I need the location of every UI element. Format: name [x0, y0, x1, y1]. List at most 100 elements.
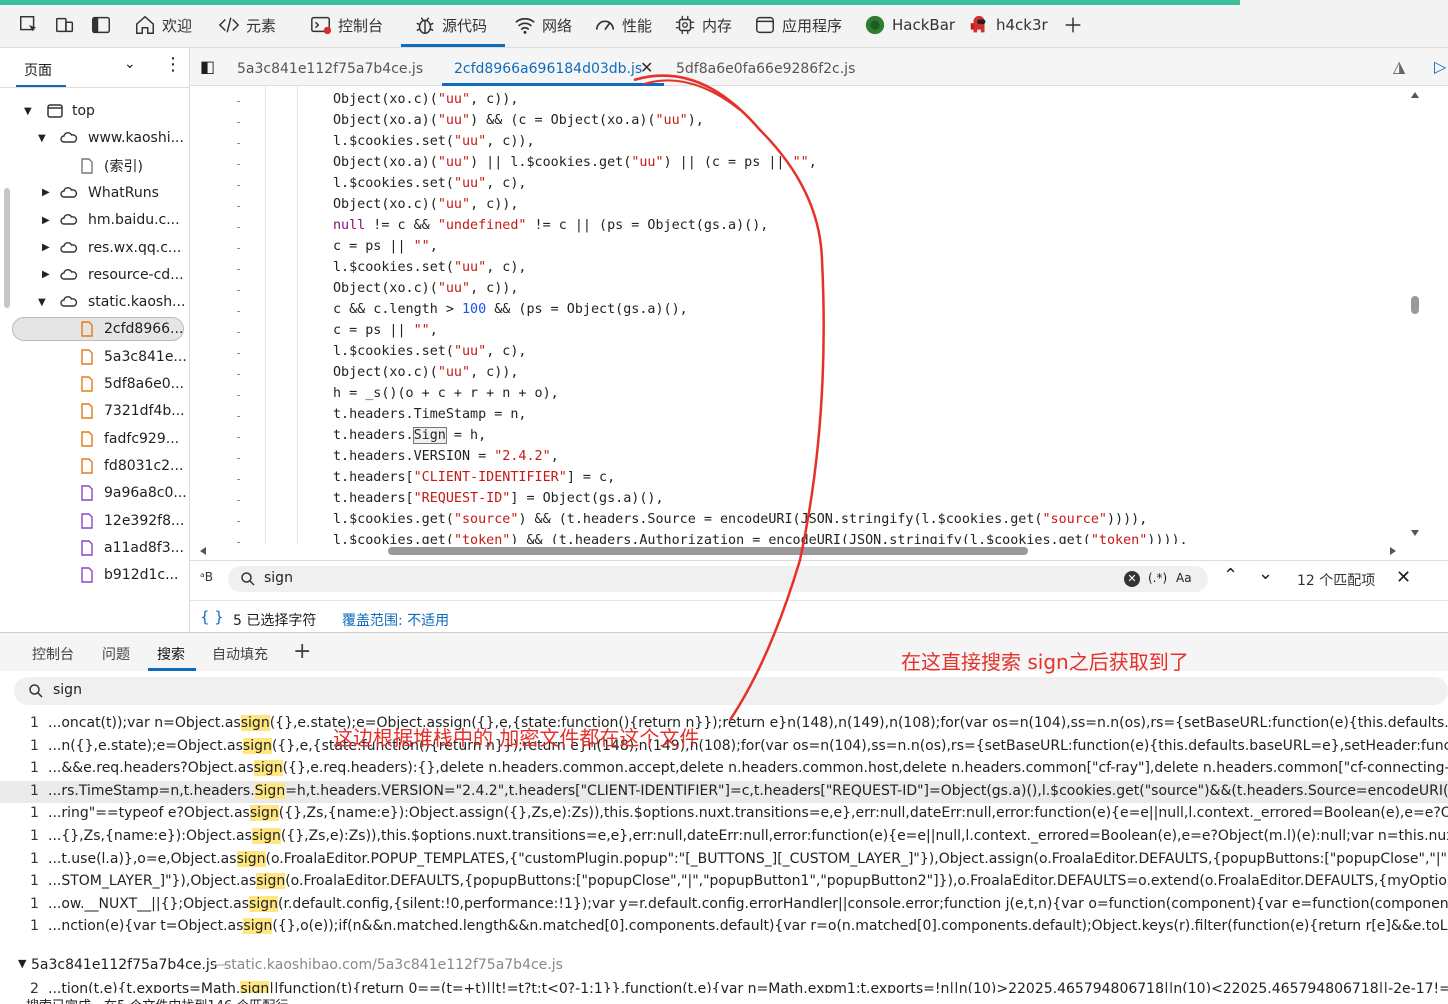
tree-item[interactable]: 9a96a8c0... [0, 480, 190, 506]
tree-item[interactable]: a11ad8f3... [0, 535, 190, 561]
line-marker[interactable]: - [235, 472, 242, 486]
close-find-icon[interactable]: ✕ [1396, 567, 1411, 588]
tree-item[interactable]: b912d1c... [0, 562, 190, 588]
tab-welcome[interactable]: 欢迎 [134, 12, 192, 38]
line-marker[interactable]: - [235, 514, 242, 528]
toggle-navigator-icon[interactable]: ◧ [200, 57, 215, 76]
line-marker[interactable]: - [235, 304, 242, 318]
line-marker[interactable]: - [235, 136, 242, 150]
result-file-group[interactable]: ▼ 5a3c841e112f75a7b4ce.js — static.kaosh… [18, 957, 1448, 977]
search-result-row[interactable]: 1 ...{},Zs,{name:e}):Object.assign({},Zs,… [0, 826, 1448, 848]
case-toggle[interactable]: Aa [1176, 571, 1192, 585]
line-marker[interactable]: - [235, 346, 242, 360]
find-input-box[interactable]: sign ✕ (.*) Aa [228, 566, 1208, 592]
editor-tab-2cfd8966[interactable]: 2cfd8966a696184d03db.js [454, 61, 642, 77]
search-result-row[interactable]: 1 ...t.use(l.a)},o=e,Object.assign(o.Froa… [0, 849, 1448, 871]
expanded-triangle-icon[interactable]: ▼ [38, 133, 46, 144]
clear-search-icon[interactable]: ✕ [1124, 571, 1140, 587]
pretty-print-icon[interactable]: { } [200, 608, 224, 626]
line-marker[interactable]: - [235, 409, 242, 423]
tree-item[interactable]: ▼ top [0, 98, 190, 124]
drawer-tab-search[interactable]: 搜索 [157, 644, 185, 664]
drawer-tab-autofill[interactable]: 自动填充 [212, 644, 268, 664]
more-options-icon[interactable]: ⋮ [164, 56, 182, 74]
expanded-triangle-icon[interactable]: ▼ [24, 106, 32, 117]
tab-performance[interactable]: 性能 [594, 12, 652, 38]
search-result-row[interactable]: 1 ...ring"==typeof e?Object.assign({},Zs,… [0, 803, 1448, 825]
search-result-row[interactable]: 1 ...rs.TimeStamp=n,t.headers.Sign=h,t.he… [0, 780, 1448, 803]
line-marker[interactable]: - [235, 220, 242, 234]
code-content[interactable]: Object(xo.c)("uu", c)), Object(xo.a)("uu"… [265, 86, 1415, 544]
tree-item[interactable]: fadfc929... [0, 426, 190, 452]
drawer-tab-console[interactable]: 控制台 [32, 644, 74, 664]
collapsed-triangle-icon[interactable]: ▶ [42, 215, 50, 226]
line-marker[interactable]: - [235, 493, 242, 507]
tree-item[interactable]: (索引) [0, 153, 190, 179]
search-result-row[interactable]: 1 ...nction(e){var t=Object.assign({},o(e… [0, 916, 1448, 938]
tab-page[interactable]: 页面 [24, 60, 52, 80]
line-marker[interactable]: - [235, 262, 242, 276]
toggle-debugger-icon[interactable]: ◮ [1393, 57, 1405, 76]
line-marker[interactable]: - [235, 388, 242, 402]
add-drawer-tab-icon[interactable]: + [293, 639, 311, 664]
tree-item[interactable]: 12e392f8... [0, 508, 190, 534]
line-marker[interactable]: - [235, 430, 242, 444]
tab-network[interactable]: 网络 [514, 12, 572, 38]
tab-console[interactable]: 控制台 [310, 12, 383, 38]
tree-item[interactable]: ▶ hm.baidu.c... [0, 207, 190, 233]
find-input[interactable]: sign [264, 570, 293, 586]
toggle-sidebar-button[interactable] [90, 12, 112, 38]
tree-item[interactable]: 2cfd8966... [0, 316, 190, 342]
line-marker[interactable]: - [235, 325, 242, 339]
line-marker[interactable]: - [235, 94, 242, 108]
tree-item[interactable]: 5df8a6e0... [0, 371, 190, 397]
add-tool-button[interactable] [1062, 12, 1084, 38]
line-marker[interactable]: - [235, 115, 242, 129]
search-result-row[interactable]: 1 ...ow.__NUXT__||{};Object.assign(r.defa… [0, 894, 1448, 916]
line-marker[interactable]: - [235, 157, 242, 171]
close-tab-icon[interactable]: ✕ [640, 58, 653, 77]
line-marker[interactable]: - [235, 367, 242, 381]
tab-hackbar[interactable]: HackBar [864, 12, 955, 38]
tree-item[interactable]: 5a3c841e... [0, 344, 190, 370]
tab-application[interactable]: 应用程序 [754, 12, 842, 38]
line-marker[interactable]: - [235, 178, 242, 192]
tree-item[interactable]: ▶ WhatRuns [0, 180, 190, 206]
play-icon[interactable]: ▷ [1434, 57, 1446, 76]
tree-item[interactable]: 7321df4b... [0, 398, 190, 424]
tab-memory[interactable]: 内存 [674, 12, 732, 38]
line-marker[interactable]: - [235, 241, 242, 255]
line-marker[interactable]: - [235, 451, 242, 465]
coverage-status[interactable]: 覆盖范围: 不适用 [342, 610, 449, 630]
editor-tab-5a3c841e[interactable]: 5a3c841e112f75a7b4ce.js [237, 61, 423, 77]
line-marker[interactable]: - [235, 283, 242, 297]
tab-h4ck3r[interactable]: h4ck3r [968, 12, 1048, 38]
search-result-row[interactable]: 1 ...STOM_LAYER_]"}),Object.assign(o.Froa… [0, 871, 1448, 893]
collapsed-triangle-icon[interactable]: ▶ [42, 187, 50, 198]
collapsed-triangle-icon[interactable]: ▶ [42, 242, 50, 253]
search-result-row[interactable]: 1 ...n({},e.state);e=Object.assign({},e,{… [0, 736, 1448, 758]
match-case-toggle-icon[interactable]: ᵃB [200, 570, 213, 584]
inspect-element-button[interactable] [18, 12, 40, 38]
editor-tab-5df8a6e0[interactable]: 5df8a6e0fa66e9286f2c.js [676, 61, 855, 77]
tab-sources[interactable]: 源代码 [414, 12, 487, 38]
chevron-down-icon[interactable]: ⌄ [124, 56, 136, 72]
next-match-icon[interactable]: ⌄ [1258, 563, 1273, 584]
tree-item[interactable]: ▶ res.wx.qq.c... [0, 235, 190, 261]
global-search-box[interactable]: sign [14, 677, 1448, 705]
collapsed-triangle-icon[interactable]: ▶ [42, 269, 50, 280]
global-search-input[interactable]: sign [53, 682, 82, 698]
tree-item[interactable]: ▼ www.kaoshi... [0, 125, 190, 151]
device-emulation-button[interactable] [54, 12, 76, 38]
tree-item[interactable]: fd8031c2... [0, 453, 190, 479]
line-marker[interactable]: - [235, 199, 242, 213]
editor-vertical-scrollbar[interactable] [1408, 86, 1422, 544]
search-result-row[interactable]: 1 ...oncat(t));var n=Object.assign({},e.s… [0, 713, 1448, 735]
tree-item[interactable]: ▼ static.kaosh... [0, 289, 190, 315]
tab-elements[interactable]: 元素 [218, 12, 276, 38]
editor-horizontal-scrollbar[interactable] [190, 544, 1410, 558]
drawer-tab-issues[interactable]: 问题 [102, 644, 130, 664]
tree-item[interactable]: ▶ resource-cd... [0, 262, 190, 288]
search-result-row[interactable]: 1 ...&&e.req.headers?Object.assign({},e.r… [0, 758, 1448, 780]
regex-toggle[interactable]: (.*) [1148, 571, 1167, 585]
